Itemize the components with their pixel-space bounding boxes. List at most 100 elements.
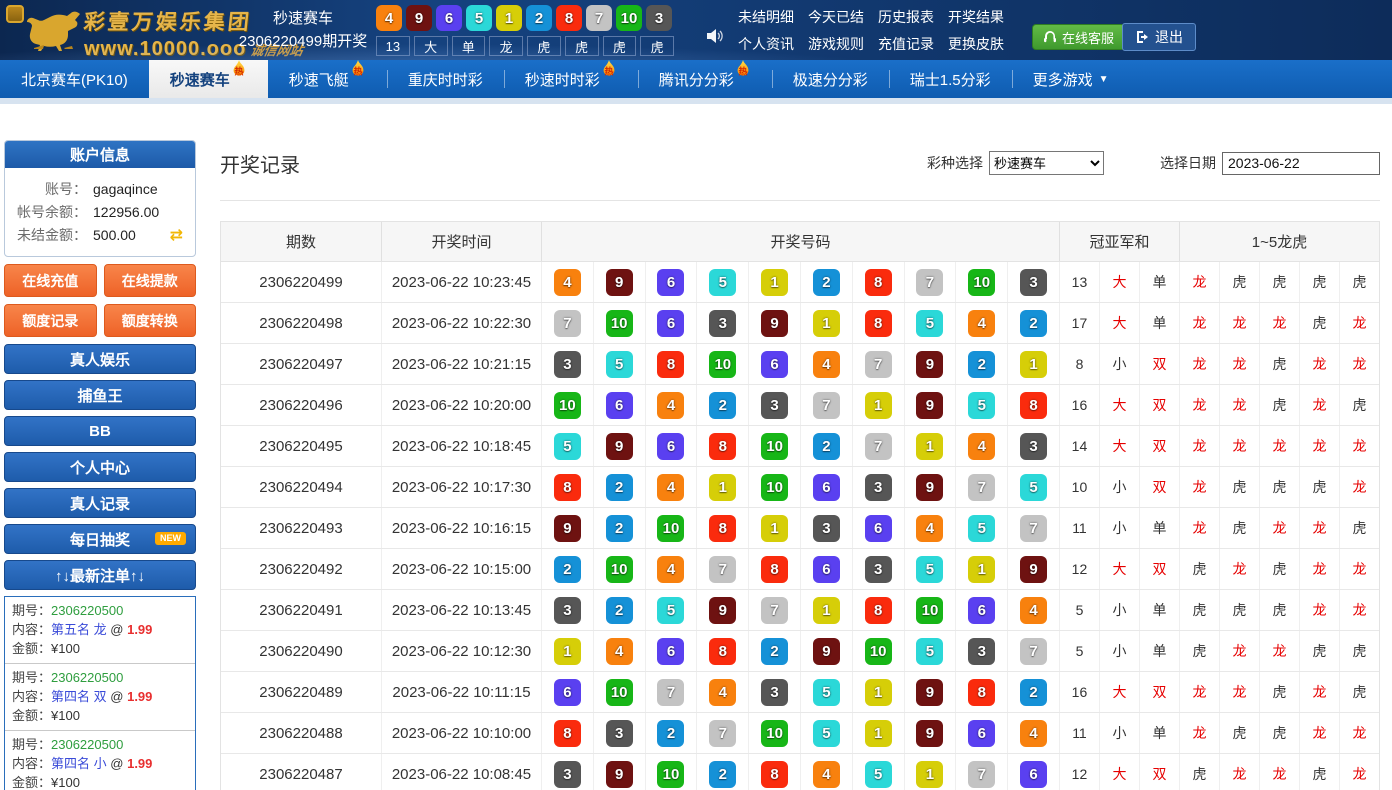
row-ball-cell: 8 bbox=[955, 672, 1007, 712]
result-ball: 6 bbox=[968, 597, 995, 624]
result-ball: 8 bbox=[1020, 392, 1047, 419]
result-ball: 10 bbox=[968, 269, 995, 296]
main-content: 开奖记录 彩种选择 秒速赛车 选择日期 期数 开奖时间 开奖号码 冠亚军和 1~… bbox=[220, 140, 1380, 790]
result-ball: 2 bbox=[657, 720, 684, 747]
row-ball-cell: 3 bbox=[955, 631, 1007, 671]
online-service-button[interactable]: 在线客服 bbox=[1032, 24, 1125, 50]
row-size: 小 bbox=[1099, 713, 1139, 753]
nav-tab[interactable]: 北京赛车(PK10) bbox=[0, 60, 149, 98]
row-parity: 双 bbox=[1139, 426, 1179, 466]
refresh-icon[interactable]: ⇄ bbox=[170, 228, 183, 244]
row-ball-cell: 9 bbox=[904, 672, 956, 712]
result-ball: 7 bbox=[865, 433, 892, 460]
nav-tab[interactable]: 重庆时时彩 bbox=[387, 60, 504, 98]
result-ball: 2 bbox=[813, 269, 840, 296]
logout-button[interactable]: 退出 bbox=[1122, 23, 1196, 51]
header-links-row1: 未结明细今天已结历史报表开奖结果 bbox=[738, 7, 1004, 27]
header-balls: 49651287103 bbox=[376, 5, 674, 31]
account-row-value: 500.00 bbox=[93, 224, 136, 247]
sidebar-menu-button[interactable]: ↑↓最新注单↑↓ bbox=[4, 560, 196, 590]
nav-tab[interactable]: 极速分分彩 bbox=[772, 60, 889, 98]
result-ball: 3 bbox=[554, 761, 581, 788]
row-ball-cell: 5 bbox=[593, 344, 645, 384]
row-ball-cell: 6 bbox=[645, 303, 697, 343]
nav-tab[interactable]: 秒速时时彩 热 bbox=[504, 60, 638, 98]
row-dragon-tiger: 虎 bbox=[1299, 631, 1339, 671]
row-dragon-tiger: 龙 bbox=[1339, 754, 1379, 790]
nav-tab[interactable]: 瑞士1.5分彩 bbox=[889, 60, 1012, 98]
sidebar-menu-button[interactable]: 真人娱乐 bbox=[4, 344, 196, 374]
speaker-icon[interactable] bbox=[704, 26, 724, 51]
row-sum: 8 bbox=[1059, 344, 1099, 384]
wallet-action-button[interactable]: 额度记录 bbox=[4, 304, 97, 337]
result-ball: 10 bbox=[616, 5, 642, 31]
logout-label: 退出 bbox=[1155, 27, 1183, 47]
wallet-action-button[interactable]: 在线提款 bbox=[104, 264, 197, 297]
header-link[interactable]: 今天已结 bbox=[808, 7, 864, 27]
row-period: 2306220496 bbox=[221, 385, 381, 425]
col-header-sum: 冠亚军和 bbox=[1059, 222, 1179, 261]
row-ball-cell: 7 bbox=[696, 713, 748, 753]
result-ball: 3 bbox=[761, 392, 788, 419]
result-summary-box: 虎 bbox=[640, 36, 674, 56]
result-ball: 2 bbox=[709, 761, 736, 788]
logo-horse-icon bbox=[26, 8, 82, 52]
row-dragon-tiger: 虎 bbox=[1259, 672, 1299, 712]
result-ball: 9 bbox=[606, 761, 633, 788]
date-input[interactable] bbox=[1222, 152, 1380, 175]
nav-tab[interactable]: 秒速赛车 热 bbox=[149, 60, 268, 98]
sidebar-menu-button[interactable]: 每日抽奖 NEW bbox=[4, 524, 196, 554]
row-dragon-tiger: 龙 bbox=[1339, 713, 1379, 753]
page: 彩壹万娱乐集团 www.10000.ooo 诚信网站 秒速赛车 23062204… bbox=[0, 0, 1392, 790]
current-draw-label: 2306220499期开奖 bbox=[238, 31, 368, 53]
sidebar-menu-button[interactable]: 个人中心 bbox=[4, 452, 196, 482]
result-summary-box: 虎 bbox=[603, 36, 637, 56]
row-ball-cell: 10 bbox=[593, 549, 645, 589]
nav-tab-label: 秒速时时彩 bbox=[525, 69, 600, 90]
row-ball-cell: 5 bbox=[904, 631, 956, 671]
row-ball-cell: 6 bbox=[748, 344, 800, 384]
row-dragon-tiger: 虎 bbox=[1179, 631, 1219, 671]
row-ball-cell: 10 bbox=[541, 385, 593, 425]
lottery-select[interactable]: 秒速赛车 bbox=[989, 151, 1104, 175]
wallet-action-button[interactable]: 在线充值 bbox=[4, 264, 97, 297]
result-ball: 4 bbox=[1020, 597, 1047, 624]
header-link[interactable]: 个人资讯 bbox=[738, 34, 794, 54]
row-dragon-tiger: 龙 bbox=[1259, 303, 1299, 343]
result-ball: 3 bbox=[709, 310, 736, 337]
result-ball: 9 bbox=[554, 515, 581, 542]
result-ball: 6 bbox=[657, 310, 684, 337]
sidebar-menu-button[interactable]: 真人记录 bbox=[4, 488, 196, 518]
result-ball: 8 bbox=[761, 761, 788, 788]
sidebar-menu-button[interactable]: BB bbox=[4, 416, 196, 446]
row-dragon-tiger: 虎 bbox=[1219, 713, 1259, 753]
row-parity: 双 bbox=[1139, 672, 1179, 712]
row-ball-cell: 7 bbox=[955, 754, 1007, 790]
result-ball: 1 bbox=[1020, 351, 1047, 378]
sidebar-menu-button[interactable]: 捕鱼王 bbox=[4, 380, 196, 410]
nav-tab[interactable]: 秒速飞艇 热 bbox=[268, 60, 387, 98]
row-dragon-tiger: 龙 bbox=[1219, 426, 1259, 466]
header-link[interactable]: 历史报表 bbox=[878, 7, 934, 27]
result-summary-box: 大 bbox=[414, 36, 448, 56]
header-link[interactable]: 开奖结果 bbox=[948, 7, 1004, 27]
header-link[interactable]: 充值记录 bbox=[878, 34, 934, 54]
col-header-numbers: 开奖号码 bbox=[541, 222, 1059, 261]
nav-tab[interactable]: 腾讯分分彩 热 bbox=[638, 60, 772, 98]
nav-tab[interactable]: 更多游戏 ▼ bbox=[1012, 60, 1130, 98]
header-link[interactable]: 未结明细 bbox=[738, 7, 794, 27]
header-link[interactable]: 游戏规则 bbox=[808, 34, 864, 54]
header-link[interactable]: 更换皮肤 bbox=[948, 34, 1004, 54]
row-ball-cell: 10 bbox=[645, 754, 697, 790]
result-ball: 4 bbox=[657, 392, 684, 419]
row-ball-cell: 3 bbox=[800, 508, 852, 548]
row-sum: 11 bbox=[1059, 508, 1099, 548]
table-row: 2306220496 2023-06-22 10:20:00 106423719… bbox=[221, 385, 1379, 426]
result-ball: 3 bbox=[606, 720, 633, 747]
result-ball: 3 bbox=[554, 597, 581, 624]
row-ball-cell: 6 bbox=[541, 672, 593, 712]
result-ball: 7 bbox=[813, 392, 840, 419]
wallet-action-button[interactable]: 额度转换 bbox=[104, 304, 197, 337]
row-ball-cell: 2 bbox=[1007, 672, 1059, 712]
row-ball-cell: 3 bbox=[1007, 262, 1059, 302]
